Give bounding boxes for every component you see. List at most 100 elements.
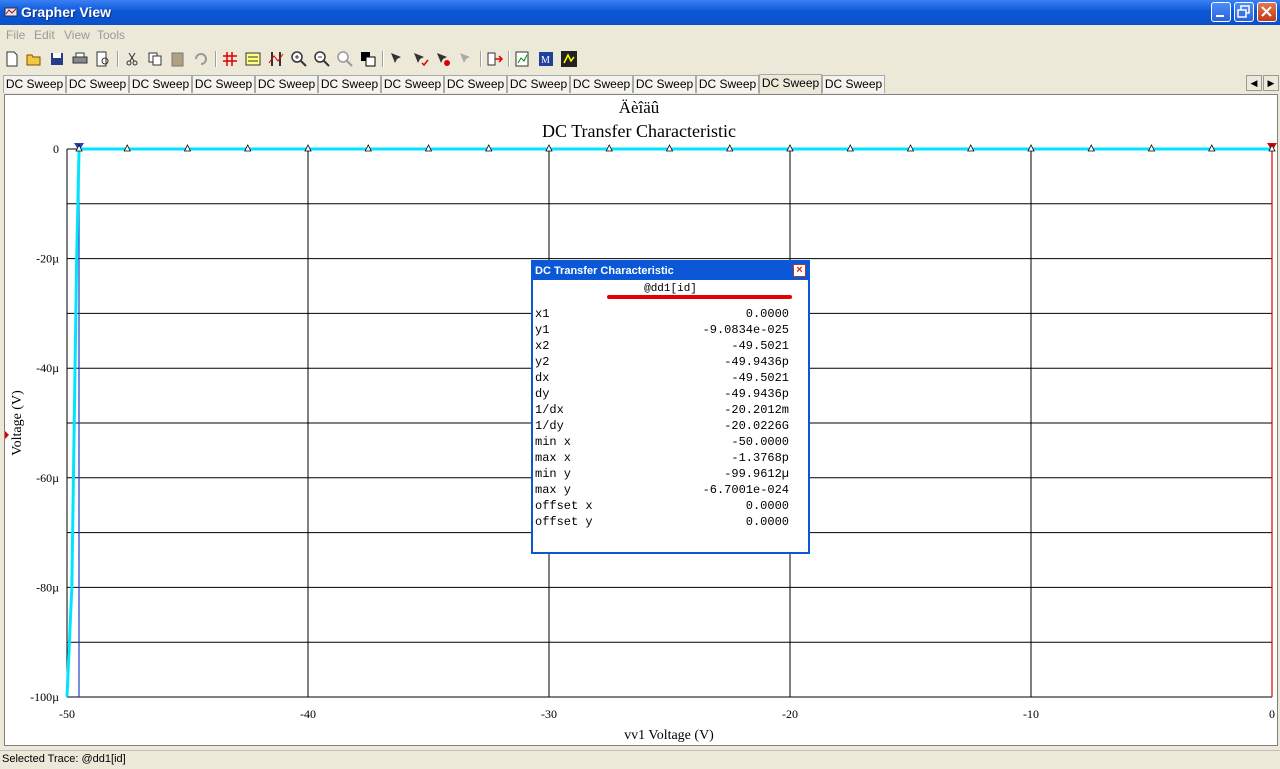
minimize-button[interactable] bbox=[1211, 2, 1231, 22]
cursor-value-row: min y -99.9612µ bbox=[535, 467, 789, 483]
x-tick-label: -30 bbox=[541, 707, 557, 721]
menu-tools[interactable]: Tools bbox=[97, 28, 125, 42]
tab-dc-sweep[interactable]: DC Sweep bbox=[822, 75, 885, 93]
svg-text:M: M bbox=[541, 55, 550, 66]
tab-dc-sweep[interactable]: DC Sweep bbox=[66, 75, 129, 93]
tab-dc-sweep[interactable]: DC Sweep bbox=[570, 75, 633, 93]
x-tick-label: -50 bbox=[59, 707, 75, 721]
cursor-value: -49.9436p bbox=[724, 387, 789, 401]
toolbar-separator bbox=[508, 51, 510, 67]
cursor-value-row: y1 -9.0834e-025 bbox=[535, 323, 789, 339]
zoom-full-icon[interactable] bbox=[336, 50, 354, 68]
y-tick-label: -100µ bbox=[30, 690, 59, 704]
cursor-value-row: y2 -49.9436p bbox=[535, 355, 789, 371]
legend-icon[interactable] bbox=[244, 50, 262, 68]
cursor-value-row: 1/dy -20.0226G bbox=[535, 419, 789, 435]
selected-trace-status: Selected Trace: @dd1[id] bbox=[2, 753, 126, 765]
cut-icon[interactable] bbox=[123, 50, 141, 68]
toolbar-separator bbox=[480, 51, 482, 67]
cursor-value: -49.9436p bbox=[724, 355, 789, 369]
copy-icon[interactable] bbox=[146, 50, 164, 68]
cursor-value-row: x2 -49.5021 bbox=[535, 339, 789, 355]
tab-dc-sweep[interactable]: DC Sweep bbox=[3, 75, 66, 93]
cursors-icon[interactable] bbox=[267, 50, 285, 68]
add-mark-icon[interactable] bbox=[411, 50, 429, 68]
cursor-value-row: max x -1.3768p bbox=[535, 451, 789, 467]
remove-mark-icon[interactable] bbox=[434, 50, 452, 68]
menu-file[interactable]: File bbox=[6, 28, 25, 42]
open-icon[interactable] bbox=[25, 50, 43, 68]
tab-scroll-left-button[interactable]: ◀ bbox=[1246, 75, 1262, 91]
cursor-value-label: y2 bbox=[535, 355, 550, 369]
cursor-value: 0.0000 bbox=[745, 499, 789, 513]
chart-title: DC Transfer Characteristic bbox=[542, 121, 736, 141]
cursor-value-label: max x bbox=[535, 451, 572, 465]
cursor-data-window[interactable]: DC Transfer Characteristic × @dd1[id] x1… bbox=[531, 260, 810, 554]
cursor-value-row: min x -50.0000 bbox=[535, 435, 789, 451]
x-tick-label: -10 bbox=[1023, 707, 1039, 721]
cursor-window-close-button[interactable]: × bbox=[793, 264, 806, 277]
cursor-trace-name: @dd1[id] bbox=[644, 283, 697, 295]
cursor-value-label: x1 bbox=[535, 307, 550, 321]
paste-icon[interactable] bbox=[169, 50, 187, 68]
toolbar-separator bbox=[215, 51, 217, 67]
new-icon[interactable] bbox=[3, 50, 21, 68]
tab-scroll-right-button[interactable]: ▶ bbox=[1263, 75, 1279, 91]
cursor-value-label: offset y bbox=[535, 515, 593, 529]
title-bar: Grapher View bbox=[0, 0, 1280, 25]
app-icon bbox=[4, 7, 18, 17]
cursor-value-row: max y -6.7001e-024 bbox=[535, 483, 789, 499]
tab-dc-sweep[interactable]: DC Sweep bbox=[318, 75, 381, 93]
cursor-value: -49.5021 bbox=[731, 339, 789, 353]
zoom-out-icon[interactable] bbox=[313, 50, 331, 68]
export-icon[interactable] bbox=[486, 50, 504, 68]
close-button[interactable] bbox=[1257, 2, 1277, 22]
minimize-icon bbox=[1216, 15, 1224, 17]
cursor-value: -20.0226G bbox=[724, 419, 789, 433]
cursor-window-title: DC Transfer Characteristic bbox=[533, 262, 808, 280]
tab-dc-sweep[interactable]: DC Sweep bbox=[129, 75, 192, 93]
tab-dc-sweep[interactable]: DC Sweep bbox=[759, 74, 822, 94]
overlay-icon[interactable] bbox=[560, 50, 578, 68]
cursor-value: -99.9612µ bbox=[724, 467, 789, 481]
cursor-value-row: offset y 0.0000 bbox=[535, 515, 789, 531]
grid-icon[interactable] bbox=[221, 50, 239, 68]
tab-dc-sweep[interactable]: DC Sweep bbox=[633, 75, 696, 93]
mark-properties-icon[interactable] bbox=[457, 50, 475, 68]
undo-icon[interactable] bbox=[192, 50, 210, 68]
print-preview-icon[interactable] bbox=[94, 50, 112, 68]
tab-dc-sweep[interactable]: DC Sweep bbox=[255, 75, 318, 93]
cursor-value: 0.0000 bbox=[745, 515, 789, 529]
cursor-value: -50.0000 bbox=[731, 435, 789, 449]
cursor-value: -49.5021 bbox=[731, 371, 789, 385]
cursor-value: -1.3768p bbox=[731, 451, 789, 465]
chart-title-line1: Äèîäû bbox=[619, 98, 660, 117]
tab-dc-sweep[interactable]: DC Sweep bbox=[192, 75, 255, 93]
save-icon[interactable] bbox=[48, 50, 66, 68]
menu-bar: File Edit View Tools bbox=[0, 25, 1280, 45]
x-axis-label: vv1 Voltage (V) bbox=[624, 728, 714, 743]
menu-edit[interactable]: Edit bbox=[34, 28, 55, 42]
zoom-in-icon[interactable] bbox=[290, 50, 308, 68]
arrow-right-icon: ▶ bbox=[1267, 78, 1275, 88]
maximize-button[interactable] bbox=[1234, 2, 1254, 22]
cursor-value-row: 1/dx -20.2012m bbox=[535, 403, 789, 419]
tab-dc-sweep[interactable]: DC Sweep bbox=[444, 75, 507, 93]
y-tick-label: -40µ bbox=[36, 361, 59, 375]
excel-icon[interactable] bbox=[514, 50, 532, 68]
tab-dc-sweep[interactable]: DC Sweep bbox=[507, 75, 570, 93]
cursor-value: -20.2012m bbox=[724, 403, 789, 417]
y-tick-label: -80µ bbox=[36, 580, 59, 594]
reverse-colors-icon[interactable] bbox=[359, 50, 377, 68]
mathcad-icon[interactable]: M bbox=[537, 50, 555, 68]
restore-icon bbox=[1237, 5, 1250, 18]
tab-dc-sweep[interactable]: DC Sweep bbox=[696, 75, 759, 93]
menu-view[interactable]: View bbox=[64, 28, 90, 42]
cursor-value: -9.0834e-025 bbox=[702, 323, 789, 337]
cursor-values-list: x1 0.0000 y1 -9.0834e-025 x2 -49.5021 y2 -49.94… bbox=[535, 307, 789, 531]
print-icon[interactable] bbox=[71, 50, 89, 68]
y-axis-label: Voltage (V) bbox=[10, 390, 25, 456]
select-marks-icon[interactable] bbox=[388, 50, 406, 68]
cursor-value-label: dy bbox=[535, 387, 550, 401]
tab-dc-sweep[interactable]: DC Sweep bbox=[381, 75, 444, 93]
